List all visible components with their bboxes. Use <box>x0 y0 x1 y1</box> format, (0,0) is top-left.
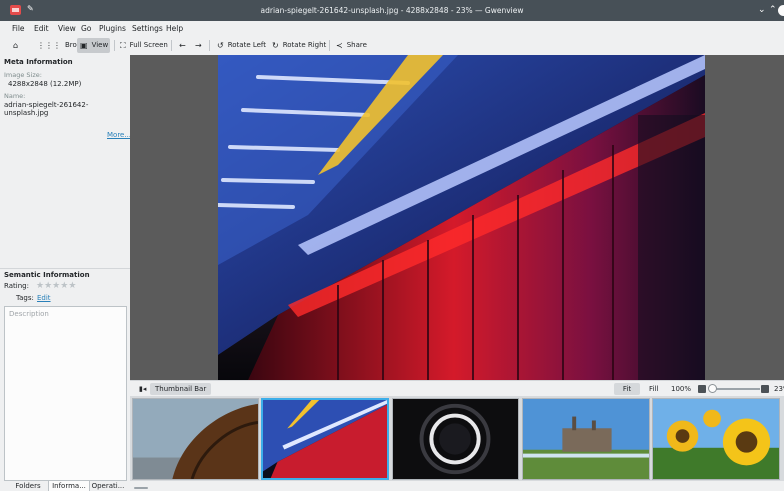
view-bottom-bar: ▮◂ Thumbnail Bar Fit Fill 100% 23% <box>130 380 784 397</box>
main-toolbar: ⌂ ⋮⋮⋮ Browse ▣ View ⛶ Full Screen ← → ↺ … <box>0 36 784 56</box>
main-image[interactable] <box>218 55 705 380</box>
arrow-right-icon: → <box>195 40 202 50</box>
tab-information[interactable]: Informa... <box>48 481 90 491</box>
zoom-slider[interactable] <box>710 388 760 390</box>
thumbnail-image <box>523 399 649 479</box>
rotate-right-icon: ↻ <box>272 40 279 50</box>
star-icon[interactable]: ★ <box>36 281 44 291</box>
meta-information-heading: Meta Information <box>4 58 73 66</box>
thumbnail-scrollbar[interactable] <box>130 485 784 491</box>
image-icon: ▣ <box>80 40 88 50</box>
maximize-icon[interactable]: ⌃ <box>769 5 777 15</box>
menu-help[interactable]: Help <box>166 24 183 33</box>
semantic-information-heading: Semantic Information <box>4 271 90 279</box>
thumbnail-image <box>653 399 779 479</box>
star-icon[interactable]: ★ <box>68 281 76 291</box>
tags-label: Tags: <box>16 294 34 302</box>
rotate-right-button[interactable]: ↻ Rotate Right <box>269 38 329 53</box>
thumbnail-item[interactable] <box>522 398 650 480</box>
sidebar-toggle-icon: ▮◂ <box>139 385 147 393</box>
tags-edit-link[interactable]: Edit <box>37 294 51 302</box>
toggle-sidebar-button[interactable]: ▮◂ <box>134 383 151 395</box>
image-size-label: Image Size: <box>4 71 42 79</box>
name-label: Name: <box>4 92 26 100</box>
image-size-value: 4288x2848 (12.2MP) <box>8 80 82 88</box>
menu-view[interactable]: View <box>58 24 76 33</box>
thumbnail-image <box>133 399 258 479</box>
view-label: View <box>91 41 109 49</box>
share-label: Share <box>346 41 367 49</box>
home-button[interactable]: ⌂ <box>10 38 21 53</box>
toolbar-separator <box>329 40 330 51</box>
grid-icon: ⋮⋮⋮ <box>37 40 61 50</box>
name-value: adrian-spiegelt-261642-unsplash.jpg <box>4 101 89 117</box>
zoom-in-icon[interactable] <box>761 385 769 393</box>
rating-label: Rating: <box>4 282 29 290</box>
fullscreen-button[interactable]: ⛶ Full Screen <box>117 38 171 53</box>
more-link[interactable]: More... <box>107 131 131 139</box>
zoom-slider-handle[interactable] <box>708 384 717 393</box>
menu-file[interactable]: File <box>12 24 25 33</box>
rotate-right-label: Rotate Right <box>282 41 327 49</box>
thumbnail-item[interactable] <box>652 398 780 480</box>
toolbar-separator <box>114 40 115 51</box>
thumbnail-item-selected[interactable] <box>261 398 389 480</box>
thumbnail-image <box>263 400 387 478</box>
previous-button[interactable]: ← <box>176 38 189 53</box>
toolbar-separator <box>171 40 172 51</box>
sidebar-divider <box>0 268 130 269</box>
share-icon: ≺ <box>336 40 343 50</box>
rotate-left-icon: ↺ <box>217 40 224 50</box>
image-viewer[interactable] <box>130 55 784 380</box>
minimize-icon[interactable]: ⌄ <box>758 5 766 15</box>
description-field[interactable]: Description <box>4 306 127 481</box>
thumbnail-bar <box>130 396 784 481</box>
rotate-left-label: Rotate Left <box>227 41 267 49</box>
share-button[interactable]: ≺ Share <box>333 38 370 53</box>
zoom-out-icon[interactable] <box>698 385 706 393</box>
menu-edit[interactable]: Edit <box>34 24 49 33</box>
close-icon[interactable] <box>778 5 784 16</box>
star-icon[interactable]: ★ <box>44 281 52 291</box>
thumbnail-image <box>393 399 518 479</box>
rotate-left-button[interactable]: ↺ Rotate Left <box>214 38 269 53</box>
zoom-fit-button[interactable]: Fit <box>614 383 640 395</box>
view-button[interactable]: ▣ View <box>77 38 110 53</box>
home-icon: ⌂ <box>13 40 19 50</box>
zoom-value[interactable]: 23% <box>772 383 784 395</box>
rating-stars[interactable]: ★★★★★ <box>36 281 76 291</box>
fullscreen-label: Full Screen <box>129 41 168 49</box>
next-button[interactable]: → <box>192 38 205 53</box>
menu-settings[interactable]: Settings <box>132 24 163 33</box>
tab-folders[interactable]: Folders <box>8 481 48 491</box>
fullscreen-icon: ⛶ <box>120 40 126 50</box>
menu-plugins[interactable]: Plugins <box>99 24 126 33</box>
zoom-fill-button[interactable]: Fill <box>644 383 663 395</box>
window-titlebar: ✎ adrian-spiegelt-261642-unsplash.jpg - … <box>0 0 784 21</box>
window-title: adrian-spiegelt-261642-unsplash.jpg - 42… <box>260 6 524 15</box>
scrollbar-grip[interactable] <box>134 487 148 489</box>
zoom-100-button[interactable]: 100% <box>666 383 696 395</box>
arrow-left-icon: ← <box>179 40 186 50</box>
menu-bar: File Edit View Go Plugins Settings Help <box>0 21 784 36</box>
menu-go[interactable]: Go <box>81 24 91 33</box>
thumbnail-bar-toggle[interactable]: Thumbnail Bar <box>150 383 212 395</box>
thumbnail-item[interactable] <box>132 398 259 480</box>
description-placeholder: Description <box>9 310 49 318</box>
tab-operations[interactable]: Operati... <box>88 481 128 491</box>
toolbar-separator <box>209 40 210 51</box>
sidebar-panel: Meta Information Image Size: 4288x2848 (… <box>0 55 131 481</box>
thumbnail-item[interactable] <box>392 398 519 480</box>
